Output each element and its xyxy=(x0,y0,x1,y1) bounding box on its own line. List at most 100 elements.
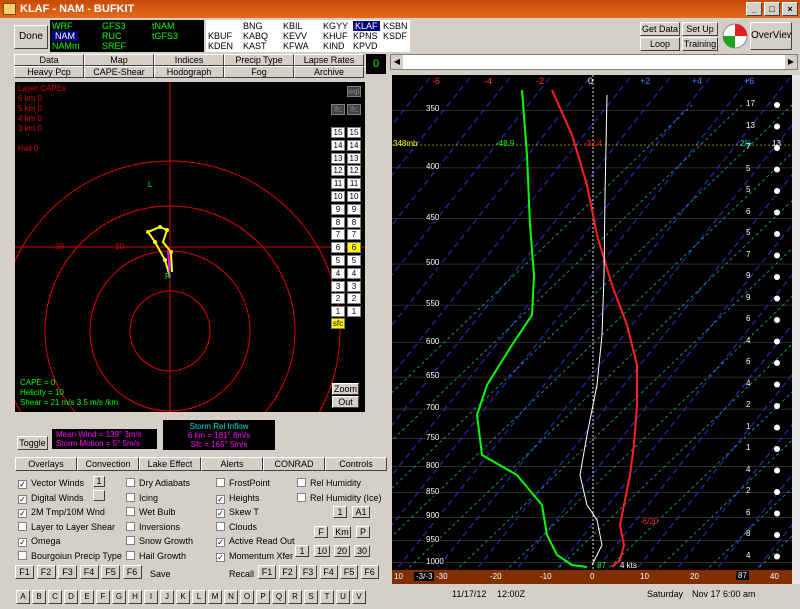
momentum-20-button[interactable]: 20 xyxy=(334,545,350,557)
layer-left-13[interactable]: 13 xyxy=(331,152,345,164)
checkbox-box[interactable] xyxy=(126,478,135,487)
layer-right-3[interactable]: 3 xyxy=(347,280,361,292)
station-kbil[interactable]: KBIL xyxy=(283,21,303,31)
tab-heavy-pcp[interactable]: Heavy Pcp xyxy=(14,66,84,78)
checkbox-box[interactable] xyxy=(126,492,135,502)
letter-button-j[interactable]: J xyxy=(160,590,174,604)
panel-tab-alerts[interactable]: Alerts xyxy=(201,457,263,471)
panel-tab-lake-effect[interactable]: Lake Effect xyxy=(139,457,201,471)
model-tgfs3[interactable]: tGFS3 xyxy=(152,31,178,41)
checkbox-snow-growth[interactable]: Snow Growth xyxy=(126,536,193,547)
checkbox-icing[interactable]: Icing xyxy=(126,492,158,504)
tab-lapse-rates[interactable]: Lapse Rates xyxy=(294,54,364,66)
checkbox-momentum-xfer[interactable]: ✓ Momentum Xfer xyxy=(216,551,293,562)
checkbox-dry-adiabats[interactable]: Dry Adiabats xyxy=(126,478,190,489)
layer-right-11[interactable]: 11 xyxy=(347,178,361,190)
tab-data[interactable]: Data xyxy=(14,54,84,66)
letter-button-a[interactable]: A xyxy=(16,590,30,604)
panel-tab-controls[interactable]: Controls xyxy=(325,457,387,471)
eql-button[interactable]: eql xyxy=(347,86,361,97)
letter-button-k[interactable]: K xyxy=(176,590,190,604)
layer-right-10[interactable]: 10 xyxy=(347,191,361,202)
fkey-left-f5[interactable]: F5 xyxy=(101,565,120,579)
checkbox-box[interactable]: ✓ xyxy=(18,538,27,547)
station-kpvd[interactable]: KPVD xyxy=(353,41,378,51)
station-list[interactable]: BNG KBIL KGYY KLAF KSBN KBUF KABQ KEVV KHUF KPNS K… xyxy=(206,20,410,52)
p-button[interactable]: P xyxy=(356,526,370,538)
model-list[interactable]: WRF GFS3 tNAM NAM RUC tGFS3 NAMm SREF xyxy=(50,20,204,52)
get-data-button[interactable]: Get Data xyxy=(640,22,680,36)
station-ksdf[interactable]: KSDF xyxy=(383,31,407,41)
sfc-button[interactable]: sfc xyxy=(331,318,345,329)
letter-button-b[interactable]: B xyxy=(32,590,46,604)
lfc-button-1[interactable]: lfc xyxy=(331,104,345,115)
checkbox-clouds[interactable]: Clouds xyxy=(216,521,257,533)
station-kden[interactable]: KDEN xyxy=(208,41,233,51)
scroll-right-icon[interactable]: ▶ xyxy=(785,55,797,69)
letter-button-e[interactable]: E xyxy=(80,590,94,604)
checkbox-box[interactable]: ✓ xyxy=(216,538,225,547)
vertical-scrollbar[interactable] xyxy=(792,75,800,584)
layer-right-5[interactable]: 5 xyxy=(347,255,361,266)
tab-map[interactable]: Map xyxy=(84,54,154,66)
station-kgyy[interactable]: KGYY xyxy=(323,21,348,31)
model-tnam[interactable]: tNAM xyxy=(152,21,175,31)
fkey-left-f2[interactable]: F2 xyxy=(36,565,56,579)
layer-right-8[interactable]: 8 xyxy=(347,216,361,228)
toggle-1-button[interactable]: 1 xyxy=(93,476,105,487)
letter-button-h[interactable]: H xyxy=(128,590,142,604)
checkbox-box[interactable] xyxy=(126,536,135,545)
checkbox-frostpoint[interactable]: FrostPoint xyxy=(216,478,270,489)
lfc-button-2[interactable]: lfc xyxy=(347,104,361,115)
layer-left-15[interactable]: 15 xyxy=(331,127,345,138)
checkbox-digital-winds[interactable]: ✓ Digital Winds xyxy=(18,493,84,504)
layer-left-4[interactable]: 4 xyxy=(331,267,345,279)
checkbox-hail-growth[interactable]: Hail Growth xyxy=(126,550,186,562)
zoom-button[interactable]: Zoom xyxy=(332,383,359,395)
station-ksbn[interactable]: KSBN xyxy=(383,21,408,31)
letter-button-c[interactable]: C xyxy=(48,590,62,604)
momentum-10-button[interactable]: 10 xyxy=(314,545,330,557)
letter-button-n[interactable]: N xyxy=(224,590,238,604)
station-kevv[interactable]: KEVV xyxy=(283,31,307,41)
layer-left-7[interactable]: 7 xyxy=(331,229,345,241)
tab-cape-shear[interactable]: CAPE-Shear xyxy=(84,66,154,78)
checkbox-2m-tmp-10m-wnd[interactable]: ✓ 2M Tmp/10M Wnd xyxy=(18,507,105,518)
layer-right-2[interactable]: 2 xyxy=(347,293,361,305)
model-ruc[interactable]: RUC xyxy=(102,31,122,41)
layer-right-6[interactable]: 6 xyxy=(347,242,361,254)
checkbox-box[interactable]: ✓ xyxy=(216,552,225,562)
panel-tab-overlays[interactable]: Overlays xyxy=(15,457,77,471)
recall-label[interactable]: Recall xyxy=(229,569,254,579)
station-bng[interactable]: BNG xyxy=(243,21,263,31)
skewt-panel[interactable]: -6 -4 -2 0 +2 +4 +6 350 400 450 500 550 600 650 700 750… xyxy=(392,75,792,584)
checkbox-heights[interactable]: ✓ Heights xyxy=(216,493,260,504)
station-kfwa[interactable]: KFWA xyxy=(283,41,309,51)
checkbox-box[interactable] xyxy=(18,521,27,531)
tab-fog[interactable]: Fog xyxy=(224,66,294,78)
layer-right-14[interactable]: 14 xyxy=(347,139,361,151)
model-sref[interactable]: SREF xyxy=(102,41,126,51)
letter-button-o[interactable]: O xyxy=(240,590,254,604)
station-kast[interactable]: KAST xyxy=(243,41,267,51)
station-khuf[interactable]: KHUF xyxy=(323,31,348,41)
close-button[interactable]: × xyxy=(782,2,798,16)
km-button[interactable]: Km xyxy=(333,526,351,538)
checkbox-vector-winds[interactable]: ✓ Vector Winds xyxy=(18,478,84,489)
training-button[interactable]: Training xyxy=(682,37,718,51)
checkbox-skew-t[interactable]: ✓ Skew T xyxy=(216,507,259,518)
layer-right-12[interactable]: 12 xyxy=(347,165,361,177)
checkbox-box[interactable]: ✓ xyxy=(18,494,27,504)
letter-button-m[interactable]: M xyxy=(208,590,222,604)
toggle-button[interactable]: Toggle xyxy=(17,436,48,450)
station-kabq[interactable]: KABQ xyxy=(243,31,268,41)
panel-tab-convection[interactable]: Convection xyxy=(77,457,139,471)
layer-left-14[interactable]: 14 xyxy=(331,139,345,151)
layer-right-7[interactable]: 7 xyxy=(347,229,361,241)
checkbox-inversions[interactable]: Inversions xyxy=(126,521,180,533)
checkbox-box[interactable] xyxy=(297,478,306,487)
scroll-left-icon[interactable]: ◀ xyxy=(391,55,403,69)
fkey-right-f1[interactable]: F1 xyxy=(258,565,276,579)
checkbox-layer-to-layer-shear[interactable]: Layer to Layer Shear xyxy=(18,521,115,533)
layer-left-9[interactable]: 9 xyxy=(331,203,345,215)
